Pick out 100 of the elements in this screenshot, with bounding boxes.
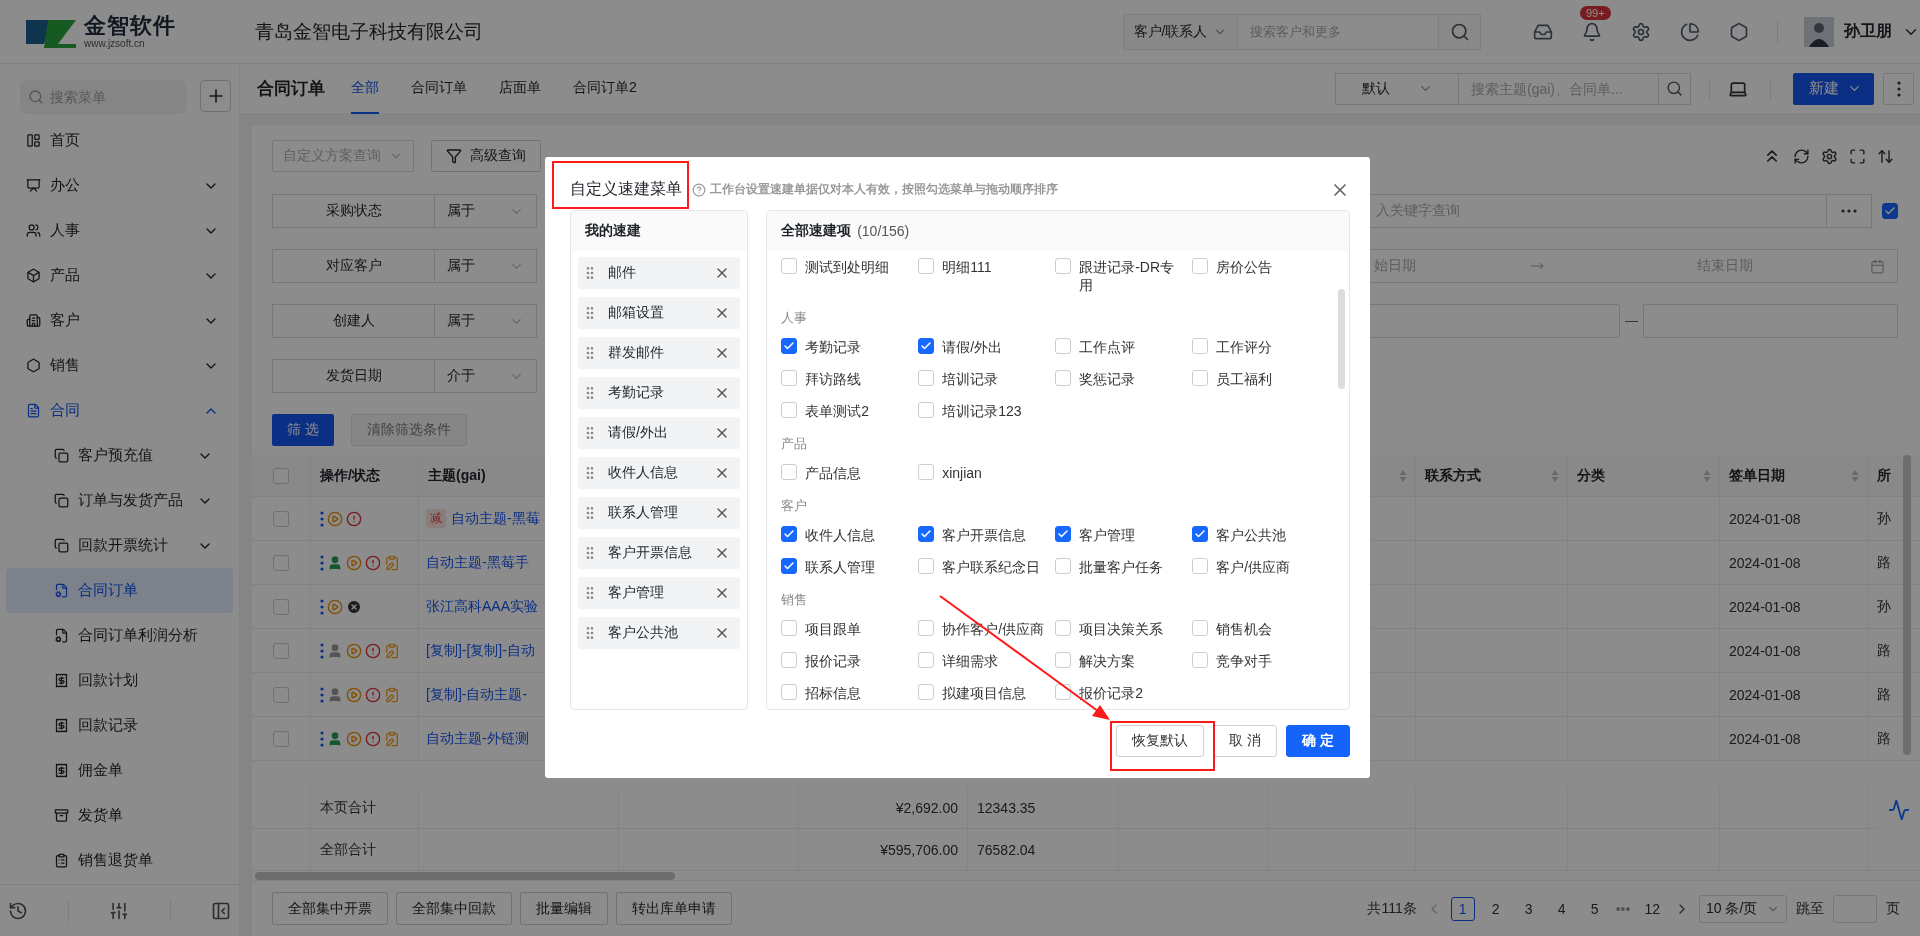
checkbox-option[interactable]: 客户开票信息 xyxy=(918,519,1056,551)
menu-item[interactable]: 订单与发货产品 xyxy=(6,478,233,523)
checkbox-option[interactable]: xinjian xyxy=(918,457,1056,489)
checkbox-option[interactable]: 测试到处明细 xyxy=(781,251,919,301)
collapse-icon[interactable] xyxy=(211,900,232,921)
checkbox-option[interactable]: 竞争对手 xyxy=(1192,645,1330,677)
tab[interactable]: 合同订单2 xyxy=(573,63,637,114)
clipboard-icon[interactable] xyxy=(384,686,400,703)
scope-select[interactable]: 客户/联系人 xyxy=(1123,13,1239,50)
tab[interactable]: 全部 xyxy=(351,63,379,114)
action-button[interactable]: 批量编辑 xyxy=(520,892,608,925)
view-select[interactable]: 默认 xyxy=(1335,72,1459,105)
checkbox-option[interactable]: 考勤记录 xyxy=(781,331,919,363)
quick-item[interactable]: 客户公共池 xyxy=(578,617,741,649)
checkbox[interactable] xyxy=(1882,203,1898,219)
action-button[interactable]: 转出库单申请 xyxy=(616,892,732,925)
menu-item[interactable]: 销售退货单 xyxy=(6,838,233,883)
more-button[interactable] xyxy=(1827,194,1872,228)
checkbox-option[interactable]: 项目决策关系 xyxy=(1055,613,1193,645)
sort-icon[interactable] xyxy=(1703,468,1711,483)
subject-link[interactable]: [复制]-自动主题- xyxy=(426,685,528,704)
more-icon[interactable] xyxy=(320,510,324,527)
subject-link[interactable]: 自动主题-黑莓 xyxy=(451,509,540,528)
menu-item[interactable]: 回款计划 xyxy=(6,658,233,703)
clipboard-icon[interactable] xyxy=(384,554,400,571)
checkbox-option[interactable]: 明细111 xyxy=(918,251,1056,301)
operator-select[interactable]: 属于 xyxy=(435,304,537,338)
play-icon[interactable] xyxy=(346,554,362,571)
operator-select[interactable]: 介于 xyxy=(435,359,537,393)
more-icon[interactable] xyxy=(320,642,324,659)
sort-icon[interactable] xyxy=(1399,468,1407,483)
cancel-button[interactable]: 取 消 xyxy=(1213,725,1278,757)
refresh-icon[interactable] xyxy=(1793,147,1810,165)
quick-item[interactable]: 客户开票信息 xyxy=(578,537,741,569)
more-icon[interactable] xyxy=(320,554,324,571)
clipboard-icon[interactable] xyxy=(384,730,400,747)
checkbox-option[interactable]: 详细需求 xyxy=(918,645,1056,677)
search-button[interactable] xyxy=(1439,13,1481,50)
quick-item[interactable]: 客户管理 xyxy=(578,577,741,609)
checkbox-option[interactable]: 房价公告 xyxy=(1192,251,1330,301)
play-icon[interactable] xyxy=(327,510,343,527)
quick-item[interactable]: 群发邮件 xyxy=(578,337,741,369)
subject-link[interactable]: 自动主题-黑莓手 xyxy=(426,553,529,572)
quick-item[interactable]: 请假/外出 xyxy=(578,417,741,449)
play-icon[interactable] xyxy=(346,730,362,747)
checkbox-option[interactable]: 联系人管理 xyxy=(781,551,919,583)
checkbox[interactable] xyxy=(781,338,798,354)
subject-link[interactable]: 张江高科AAA实验 xyxy=(426,597,538,616)
operator-select[interactable]: 属于 xyxy=(435,249,537,283)
menu-item[interactable]: 首页 xyxy=(0,118,239,163)
checkbox[interactable] xyxy=(918,338,935,354)
search-button[interactable] xyxy=(1659,72,1691,105)
menu-item[interactable]: 回款开票统计 xyxy=(6,523,233,568)
checkbox-option[interactable]: 协作客户/供应商 xyxy=(918,613,1056,645)
checkbox-option[interactable]: 奖惩记录 xyxy=(1055,363,1193,395)
clipboard-icon[interactable] xyxy=(384,642,400,659)
subject-link[interactable]: 自动主题-外链测 xyxy=(426,729,529,748)
menu-item[interactable]: 客户 xyxy=(0,298,239,343)
menu-item[interactable]: 回款记录 xyxy=(6,703,233,748)
operator-select[interactable]: 属于 xyxy=(435,194,537,228)
tab[interactable]: 合同订单 xyxy=(411,63,467,114)
checkbox[interactable] xyxy=(918,526,935,542)
menu-item[interactable]: 发货单 xyxy=(6,793,233,838)
checkbox-option[interactable]: 拟建项目信息 xyxy=(918,677,1056,709)
more-icon[interactable] xyxy=(320,686,324,703)
page-size-select[interactable]: 10 条/页 xyxy=(1699,894,1787,923)
row-height-icon[interactable] xyxy=(1877,147,1894,165)
menu-item[interactable]: 合同 xyxy=(0,388,239,433)
checkbox-option[interactable]: 请假/外出 xyxy=(918,331,1056,363)
quick-item[interactable]: 邮箱设置 xyxy=(578,297,741,329)
fullscreen-icon[interactable] xyxy=(1849,147,1866,165)
sort-icon[interactable] xyxy=(1851,468,1859,483)
tab[interactable]: 店面单 xyxy=(499,63,541,114)
checkbox-option[interactable]: 培训记录123 xyxy=(918,395,1056,427)
history-icon[interactable] xyxy=(7,900,28,921)
page-button[interactable]: 1 xyxy=(1450,896,1475,921)
checkbox-option[interactable]: 项目跟单 xyxy=(781,613,919,645)
menu-item[interactable]: 客户预充值 xyxy=(6,433,233,478)
menu-item[interactable]: 合同订单利润分析 xyxy=(6,613,233,658)
play-icon[interactable] xyxy=(327,598,343,615)
checkbox-option[interactable]: 报价记录 xyxy=(781,645,919,677)
quick-item[interactable]: 联系人管理 xyxy=(578,497,741,529)
play-icon[interactable] xyxy=(346,642,362,659)
action-button[interactable]: 全部集中开票 xyxy=(272,892,388,925)
sort-icon[interactable] xyxy=(1551,468,1559,483)
checkbox-option[interactable]: 员工福利 xyxy=(1192,363,1330,395)
menu-item[interactable]: 销售 xyxy=(0,343,239,388)
menu-item[interactable]: 人事 xyxy=(0,208,239,253)
checkbox-option[interactable]: 客户联系纪念日 xyxy=(918,551,1056,583)
menu-item[interactable]: 产品 xyxy=(0,253,239,298)
quick-item[interactable]: 邮件 xyxy=(578,257,741,289)
more-icon[interactable] xyxy=(320,730,324,747)
subject-link[interactable]: [复制]-[复制]-自动 xyxy=(426,641,535,660)
quick-item[interactable]: 收件人信息 xyxy=(578,457,741,489)
checkbox-option[interactable]: 表单测试2 xyxy=(781,395,919,427)
action-button[interactable]: 全部集中回款 xyxy=(396,892,512,925)
reset-button[interactable]: 恢复默认 xyxy=(1116,725,1205,757)
checkbox[interactable] xyxy=(1192,526,1209,542)
checkbox-option[interactable]: 招标信息 xyxy=(781,677,919,709)
checkbox-option[interactable]: 销售机会 xyxy=(1192,613,1330,645)
